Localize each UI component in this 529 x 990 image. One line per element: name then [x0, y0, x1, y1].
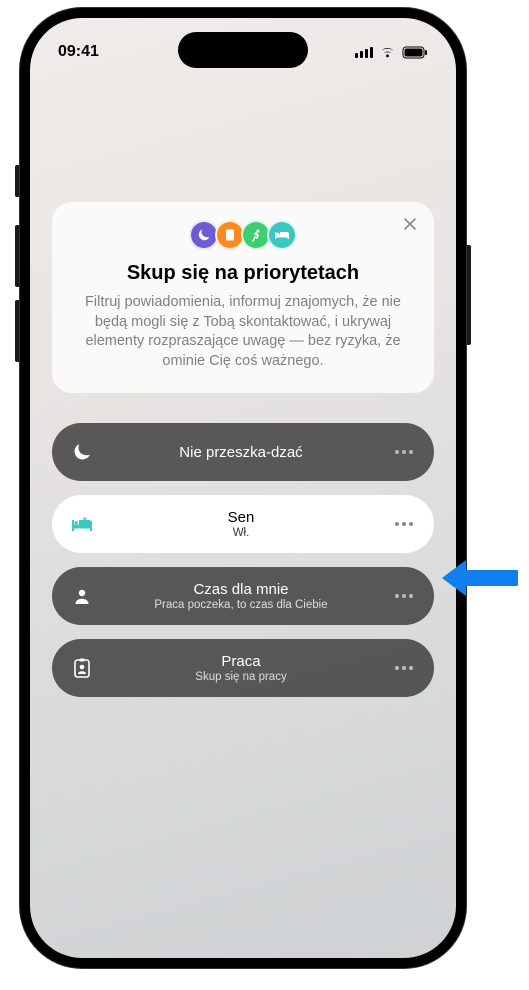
- focus-sublabel: Praca poczeka, to czas dla Ciebie: [104, 599, 378, 612]
- focus-row-dnd[interactable]: Nie przeszka-dzać: [52, 423, 434, 481]
- badge-icon: [70, 656, 94, 680]
- more-icon[interactable]: [390, 582, 418, 610]
- focus-setup-content: Skup się na priorytetach Filtruj powiado…: [30, 202, 456, 697]
- focus-list: Nie przeszka-dzać Sen Wł.: [52, 423, 434, 697]
- cellular-icon: [355, 47, 373, 58]
- status-icons: [358, 46, 428, 59]
- phone-side-button-power: [466, 245, 471, 345]
- phone-frame: 09:41: [20, 8, 466, 968]
- battery-icon: [402, 46, 428, 59]
- focus-sublabel: Wł.: [104, 527, 378, 540]
- intro-description: Filtruj powiadomienia, informuj znajomyc…: [74, 293, 412, 371]
- person-icon: [70, 584, 94, 608]
- wifi-icon: [379, 46, 396, 59]
- intro-icon-row: [191, 220, 295, 250]
- close-icon[interactable]: [400, 214, 420, 234]
- dynamic-island: [178, 32, 308, 68]
- focus-row-sleep[interactable]: Sen Wł.: [52, 495, 434, 553]
- more-icon[interactable]: [390, 510, 418, 538]
- more-icon[interactable]: [390, 654, 418, 682]
- bed-icon: [70, 512, 94, 536]
- intro-title: Skup się na priorytetach: [74, 262, 412, 285]
- focus-label: Nie przeszka-dzać: [104, 444, 378, 461]
- focus-label: Praca: [104, 653, 378, 670]
- focus-label: Sen: [104, 509, 378, 526]
- focus-row-personal[interactable]: Czas dla mnie Praca poczeka, to czas dla…: [52, 567, 434, 625]
- focus-sublabel: Skup się na pracy: [104, 671, 378, 684]
- screen: 09:41: [30, 18, 456, 958]
- arrow-annotation: [440, 555, 518, 601]
- moon-icon: [70, 440, 94, 464]
- focus-label: Czas dla mnie: [104, 581, 378, 598]
- status-time: 09:41: [58, 43, 128, 61]
- focus-row-work[interactable]: Praca Skup się na pracy: [52, 639, 434, 697]
- intro-card: Skup się na priorytetach Filtruj powiado…: [52, 202, 434, 393]
- more-icon[interactable]: [390, 438, 418, 466]
- bed-icon: [267, 220, 297, 250]
